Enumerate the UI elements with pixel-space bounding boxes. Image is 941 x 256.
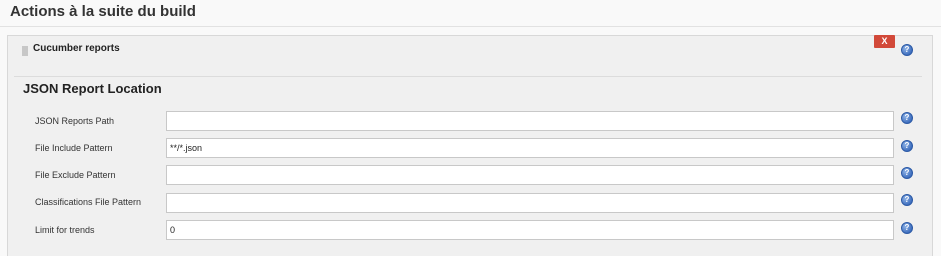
section-title: Actions à la suite du build <box>10 3 196 20</box>
file-exclude-pattern-input[interactable] <box>166 165 894 185</box>
post-build-actions-page: Actions à la suite du build Cucumber rep… <box>0 0 941 256</box>
file-include-pattern-help-icon[interactable]: ? <box>901 140 913 152</box>
classifications-file-pattern-label: Classifications File Pattern <box>35 197 142 207</box>
cucumber-reports-panel: Cucumber reports X ? JSON Report Locatio… <box>7 35 933 256</box>
limit-for-trends-label: Limit for trends <box>35 225 95 235</box>
group-title: JSON Report Location <box>23 81 162 96</box>
file-include-pattern-input[interactable] <box>166 138 894 158</box>
json-reports-path-help-icon[interactable]: ? <box>901 112 913 124</box>
drag-handle-icon[interactable] <box>22 46 28 56</box>
classifications-file-pattern-input[interactable] <box>166 193 894 213</box>
delete-step-button[interactable]: X <box>874 35 895 48</box>
title-divider <box>0 26 941 27</box>
step-help-icon[interactable]: ? <box>901 44 913 56</box>
limit-for-trends-help-icon[interactable]: ? <box>901 222 913 234</box>
json-reports-path-input[interactable] <box>166 111 894 131</box>
json-reports-path-label: JSON Reports Path <box>35 116 115 126</box>
file-exclude-pattern-help-icon[interactable]: ? <box>901 167 913 179</box>
classifications-file-pattern-help-icon[interactable]: ? <box>901 194 913 206</box>
file-exclude-pattern-label: File Exclude Pattern <box>35 170 116 180</box>
limit-for-trends-input[interactable] <box>166 220 894 240</box>
panel-divider <box>14 76 922 77</box>
file-include-pattern-label: File Include Pattern <box>35 143 113 153</box>
step-name: Cucumber reports <box>33 43 120 54</box>
